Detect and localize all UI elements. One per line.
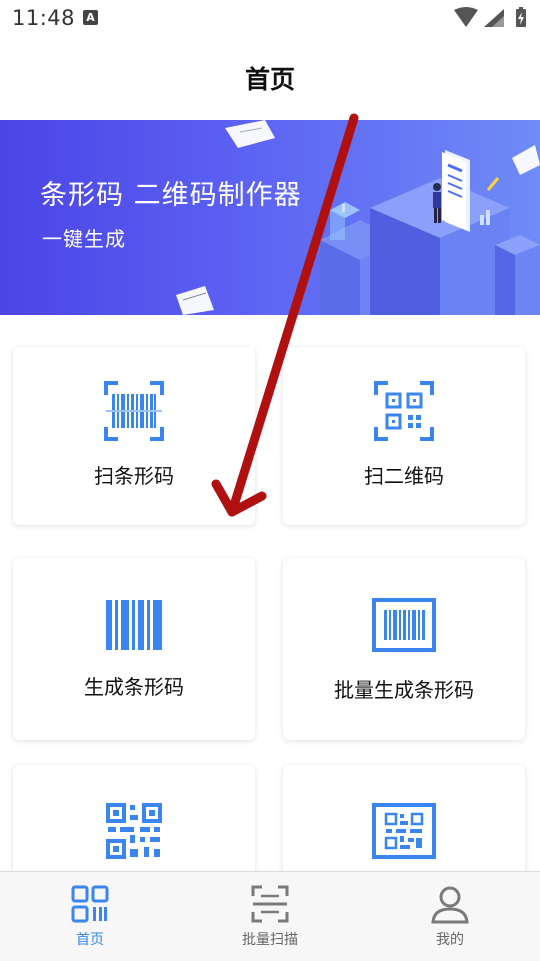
page-title: 首页 bbox=[244, 65, 295, 94]
scan-qrcode-label: 扫二维码 bbox=[364, 464, 444, 488]
tab-home[interactable]: 首页 bbox=[30, 872, 150, 961]
batch-generate-qrcode-card[interactable] bbox=[283, 765, 525, 871]
barcode-batch-icon bbox=[372, 598, 436, 652]
qrcode-icon bbox=[106, 803, 162, 859]
promo-banner[interactable]: 条形码 二维码制作器 一键生成 bbox=[0, 120, 540, 315]
scan-barcode-label: 扫条形码 bbox=[94, 464, 174, 488]
qrcode-framed-icon bbox=[372, 803, 436, 859]
profile-icon bbox=[431, 886, 469, 924]
banner-illustration bbox=[176, 120, 540, 315]
scan-qrcode-card[interactable]: 扫二维码 bbox=[283, 347, 525, 525]
app-header: 首页 bbox=[0, 38, 540, 120]
wifi-icon bbox=[454, 7, 478, 27]
barcode-scan-icon bbox=[104, 381, 164, 441]
scan-barcode-card[interactable]: 扫条形码 bbox=[13, 347, 255, 525]
qrcode-scan-icon bbox=[374, 381, 434, 441]
tab-batch-scan-label: 批量扫描 bbox=[242, 932, 298, 948]
status-time: 11:48 bbox=[12, 6, 76, 30]
tab-profile-label: 我的 bbox=[436, 932, 464, 948]
batch-generate-barcode-card[interactable]: 批量生成条形码 bbox=[283, 558, 525, 740]
status-icons bbox=[454, 7, 526, 27]
tab-profile[interactable]: 我的 bbox=[390, 872, 510, 961]
banner-title: 条形码 二维码制作器 bbox=[40, 180, 302, 211]
home-qr-icon bbox=[71, 885, 109, 923]
tab-batch-scan[interactable]: 批量扫描 bbox=[210, 872, 330, 961]
feature-grid: 扫条形码 扫二维码 生成条形码 批量生成条形码 bbox=[0, 315, 540, 871]
barcode-icon bbox=[106, 600, 162, 650]
notification-icon: A bbox=[83, 10, 98, 25]
tab-home-label: 首页 bbox=[76, 932, 104, 948]
generate-qrcode-card[interactable] bbox=[13, 765, 255, 871]
bottom-tab-bar: 首页 批量扫描 我的 bbox=[0, 871, 540, 961]
banner-subtitle: 一键生成 bbox=[42, 227, 126, 251]
batch-scan-icon bbox=[251, 885, 289, 923]
status-bar: 11:48 A bbox=[0, 0, 540, 38]
generate-barcode-card[interactable]: 生成条形码 bbox=[13, 558, 255, 740]
generate-barcode-label: 生成条形码 bbox=[84, 675, 184, 699]
batch-generate-barcode-label: 批量生成条形码 bbox=[334, 678, 474, 702]
